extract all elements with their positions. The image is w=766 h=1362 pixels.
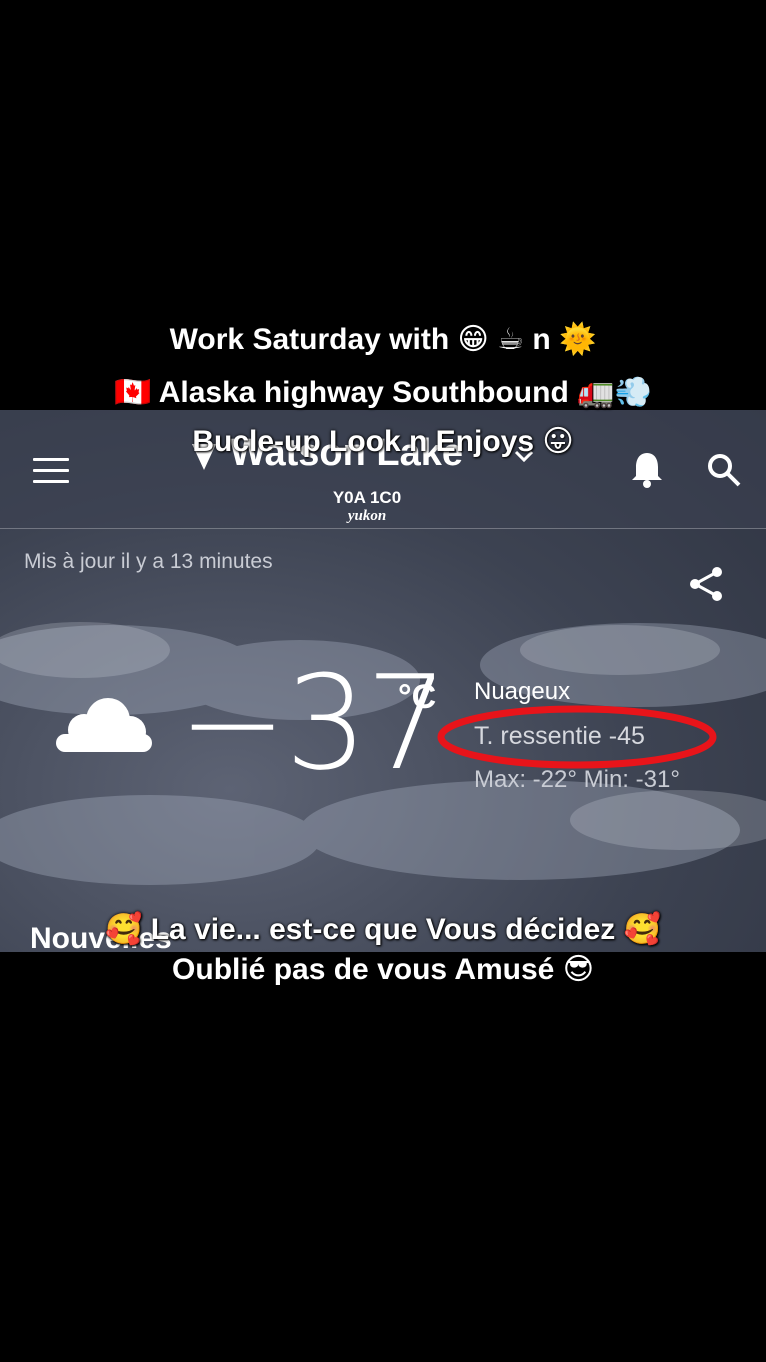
- caption-line-1: Work Saturday with 😁 ☕ n 🌞: [169, 323, 597, 356]
- cloudy-icon: [56, 698, 152, 752]
- share-icon[interactable]: [686, 564, 726, 604]
- caption-line-5: Oublié pas de vous Amusé 😎: [172, 953, 594, 986]
- updated-timestamp: Mis à jour il y a 13 minutes: [24, 550, 273, 573]
- weather-app-screen: Watson Lake Y0A 1C0 yukon Mis à jour il …: [0, 410, 766, 952]
- temperature-unit: °C: [398, 678, 437, 716]
- province-label: yukon: [347, 508, 387, 524]
- max-min-text: Max: -22° Min: -31°: [474, 766, 680, 793]
- caption-line-2: 🇨🇦 Alaska highway Southbound 🚛💨: [114, 376, 652, 409]
- menu-icon[interactable]: [33, 458, 69, 484]
- red-circle-annotation: [437, 705, 717, 769]
- postal-code: Y0A 1C0: [332, 488, 402, 507]
- caption-line-4: 🥰 La vie... est-ce que Vous décidez 🥰: [105, 913, 661, 946]
- caption-line-3: Bucle-up Look n Enjoys 😛: [192, 425, 574, 458]
